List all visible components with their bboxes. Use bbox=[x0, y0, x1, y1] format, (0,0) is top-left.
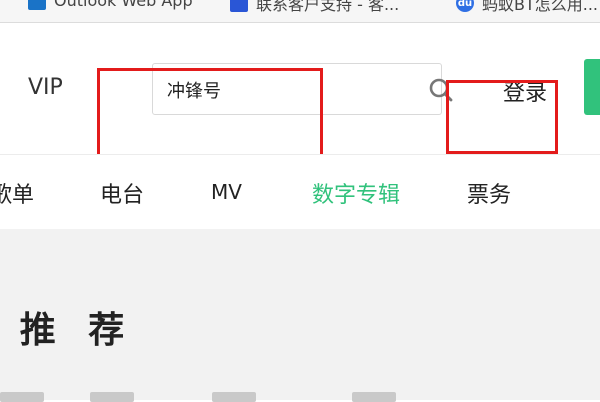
nav-item-mv[interactable]: MV bbox=[211, 180, 242, 204]
bookmark-label: 联系客户支持 - 客... bbox=[256, 0, 400, 14]
main-nav: 歌单 电台 MV 数字专辑 票务 bbox=[0, 155, 600, 229]
nav-item-tickets[interactable]: 票务 bbox=[467, 177, 511, 209]
annotation-box-login bbox=[446, 80, 558, 154]
nav-item-digital-albums[interactable]: 数字专辑 bbox=[312, 177, 400, 209]
vip-link[interactable]: VIP bbox=[28, 75, 63, 100]
section-title: ▍推 荐 bbox=[0, 301, 134, 353]
nav-item-playlists[interactable]: 歌单 bbox=[0, 177, 34, 209]
site-header: VIP 登录 bbox=[0, 23, 600, 166]
paw-icon bbox=[230, 0, 248, 12]
truncated-text bbox=[0, 392, 44, 402]
truncated-text bbox=[212, 392, 256, 402]
bookmark-baidu[interactable]: du 蚂蚁BT怎么用... bbox=[456, 0, 598, 15]
truncated-text bbox=[90, 392, 134, 402]
main-content: ▍推 荐 bbox=[0, 229, 600, 402]
bookmark-support[interactable]: 联系客户支持 - 客... bbox=[230, 0, 399, 15]
bookmark-outlook[interactable]: Outlook Web App bbox=[28, 0, 193, 10]
outlook-icon bbox=[28, 0, 46, 10]
nav-item-radio[interactable]: 电台 bbox=[100, 177, 144, 209]
register-button[interactable] bbox=[584, 59, 600, 115]
truncated-text bbox=[352, 392, 396, 402]
bookmarks-bar: Outlook Web App 联系客户支持 - 客... du 蚂蚁BT怎么用… bbox=[0, 0, 600, 23]
section-title-text: 推 荐 bbox=[19, 310, 135, 351]
baidu-icon: du bbox=[456, 0, 474, 12]
annotation-box-search bbox=[97, 68, 323, 166]
bookmark-label: Outlook Web App bbox=[54, 0, 193, 10]
bookmark-label: 蚂蚁BT怎么用... bbox=[482, 0, 599, 14]
